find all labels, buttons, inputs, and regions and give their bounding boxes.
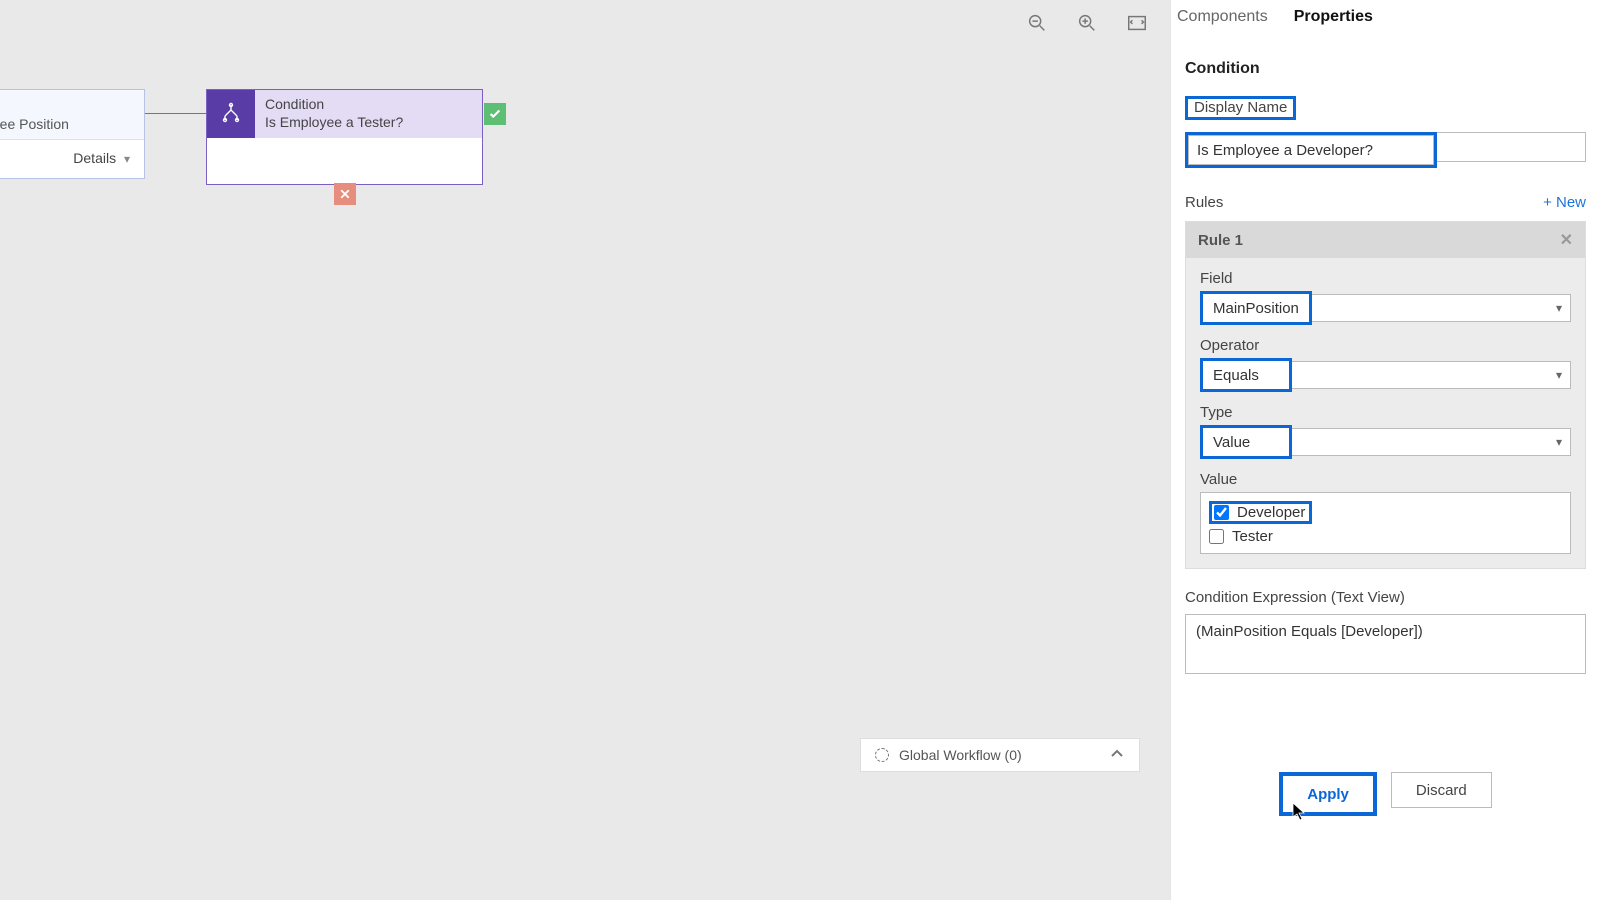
rule-field-dropdown[interactable]: ▾ <box>1312 294 1571 322</box>
display-name-input[interactable] <box>1188 135 1434 165</box>
rule-operator-label: Operator <box>1200 337 1571 354</box>
chevron-down-icon: ▾ <box>1556 368 1562 382</box>
expression-label: Condition Expression (Text View) <box>1185 589 1586 606</box>
connector-line <box>145 113 207 114</box>
entity-node-details-toggle[interactable]: Details ▾ <box>0 140 144 178</box>
chevron-down-icon: ▾ <box>1556 435 1562 449</box>
expression-text: (MainPosition Equals [Developer]) <box>1196 623 1423 640</box>
rule-title: Rule 1 <box>1198 232 1243 249</box>
true-path-icon[interactable] <box>484 103 506 125</box>
apply-button[interactable]: Apply <box>1283 776 1373 812</box>
display-name-label: Display Name <box>1188 96 1293 119</box>
chevron-up-icon[interactable] <box>1109 746 1125 765</box>
fit-screen-icon[interactable] <box>1126 12 1148 39</box>
rules-label: Rules <box>1185 194 1223 211</box>
condition-node-body <box>207 138 482 184</box>
properties-panel: Components Properties Condition Display … <box>1170 0 1600 900</box>
rule-field-label: Field <box>1200 270 1571 287</box>
global-workflow-label: Global Workflow (0) <box>899 747 1022 763</box>
entity-node-line2: Employee Position <box>0 116 132 134</box>
condition-node[interactable]: Condition Is Employee a Tester? <box>206 89 483 185</box>
rule-type-label: Type <box>1200 404 1571 421</box>
value-option-tester[interactable]: Tester <box>1209 528 1562 545</box>
entity-node-details-label: Details <box>73 150 116 166</box>
checkbox-developer[interactable] <box>1214 505 1229 520</box>
discard-button[interactable]: Discard <box>1391 772 1492 808</box>
tab-components[interactable]: Components <box>1177 8 1268 26</box>
workflow-canvas[interactable]: ee Employee Position Details ▾ Condition… <box>0 0 1170 900</box>
value-option-tester-label: Tester <box>1232 528 1273 545</box>
condition-node-title: Is Employee a Tester? <box>265 114 472 132</box>
entity-node-line1: ee <box>0 98 132 116</box>
panel-section-title: Condition <box>1185 60 1586 78</box>
rule-type-dropdown[interactable]: ▾ <box>1292 428 1571 456</box>
value-option-developer-label: Developer <box>1237 504 1305 521</box>
condition-node-type: Condition <box>265 96 472 114</box>
tab-properties[interactable]: Properties <box>1294 8 1373 26</box>
false-path-icon[interactable] <box>334 183 356 205</box>
new-rule-button[interactable]: + New <box>1543 194 1586 211</box>
branch-icon <box>207 90 255 138</box>
rule-field-select[interactable]: MainPosition <box>1203 294 1309 322</box>
rule-card: Rule 1 ✕ Field MainPosition ▾ Operator E… <box>1185 221 1586 569</box>
chevron-down-icon: ▾ <box>124 152 130 166</box>
display-name-input-extra <box>1437 132 1586 162</box>
entity-node-employee-position[interactable]: ee Employee Position Details ▾ <box>0 89 145 179</box>
checkbox-tester[interactable] <box>1209 529 1224 544</box>
global-workflow-bar[interactable]: Global Workflow (0) <box>860 738 1140 772</box>
rule-type-select[interactable]: Value <box>1203 428 1289 456</box>
chevron-down-icon: ▾ <box>1556 301 1562 315</box>
expression-box[interactable]: (MainPosition Equals [Developer]) <box>1185 614 1586 674</box>
value-option-developer[interactable]: Developer <box>1209 501 1312 524</box>
rule-operator-select[interactable]: Equals <box>1203 361 1289 389</box>
zoom-in-icon[interactable] <box>1076 12 1098 39</box>
rule-value-label: Value <box>1200 471 1571 488</box>
zoom-out-icon[interactable] <box>1026 12 1048 39</box>
spinner-icon <box>875 748 889 762</box>
close-icon[interactable]: ✕ <box>1560 230 1573 250</box>
rule-operator-dropdown[interactable]: ▾ <box>1292 361 1571 389</box>
